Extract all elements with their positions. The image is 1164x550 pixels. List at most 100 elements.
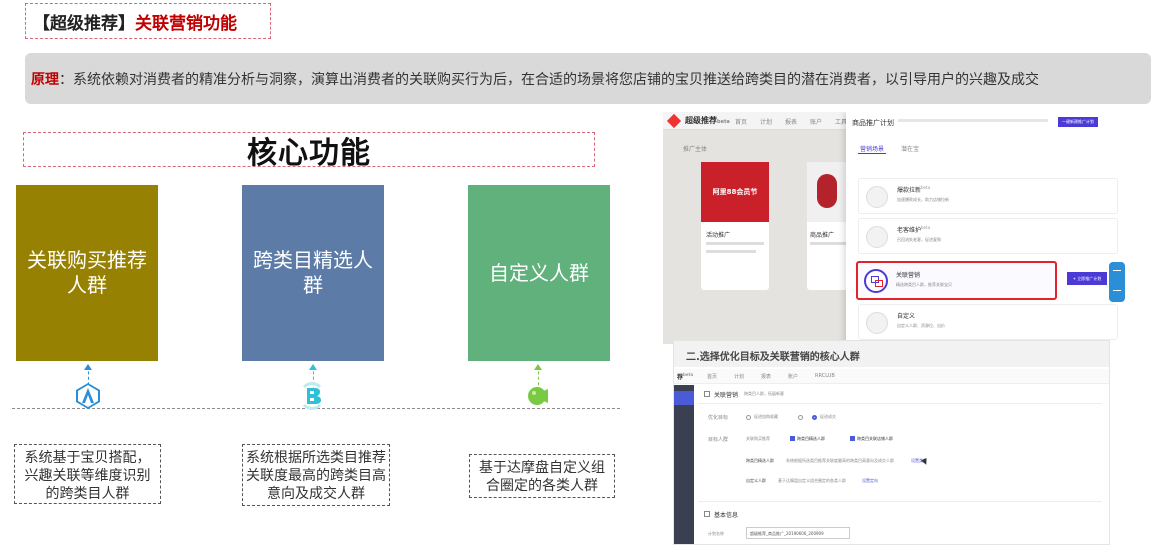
tab-marketing-scene[interactable]: 营销场景 bbox=[860, 144, 884, 153]
description-cross-category: 系统根据所选类目推荐关联度最高的跨类目高意向及成交人群 bbox=[242, 444, 390, 506]
left-sidebar bbox=[674, 385, 694, 544]
title-red-text: 关联营销功能 bbox=[135, 13, 237, 34]
campaign-card-activity[interactable]: 阿里88会员节 活动推广 bbox=[701, 162, 769, 290]
principle-label: 原理 bbox=[31, 71, 59, 88]
checkbox-cross-category[interactable] bbox=[790, 436, 795, 441]
tools-icon bbox=[866, 312, 888, 334]
basic-info-title: 基本信息 bbox=[714, 512, 739, 519]
app-logo-beta: beta bbox=[717, 119, 730, 125]
option-desc: 精选跨类目人群，推荐关联宝贝 bbox=[896, 282, 952, 287]
option-hot-new[interactable]: 爆款拉新beta 加速爆款成长，助力店铺拉新 bbox=[858, 178, 1118, 214]
panel-header: 商品推广计划 bbox=[852, 119, 894, 127]
divider bbox=[698, 501, 1102, 502]
plan-side-panel: 商品推广计划 一键新建推广计划 营销场景 潜在宝 爆款拉新beta 加速爆款成长… bbox=[846, 112, 1128, 344]
b-ring-icon bbox=[302, 382, 322, 410]
nav-account[interactable]: 账户 bbox=[788, 373, 798, 380]
option-title-text: 爆款拉新 bbox=[897, 187, 922, 194]
screenshot-plan-selection: 超级推荐beta 首页 计划 报表 账户 工具 推广主体 阿里88会员节 活动推… bbox=[663, 112, 1128, 344]
option-retain-old[interactable]: 老客维护beta 召回流失老客，促进复购 bbox=[858, 218, 1118, 254]
page-title: 【超级推荐】 关联营销功能 bbox=[25, 3, 271, 39]
radio-conversion-label: 促进成交 bbox=[820, 414, 836, 419]
principle-text: ：系统依赖对消费者的精准分析与洞察，演算出消费者的关联购买行为后，在合适的场景将… bbox=[59, 71, 1039, 88]
logo-icon bbox=[666, 113, 682, 129]
row-custom-label: 自定义人群 bbox=[746, 478, 766, 483]
divider bbox=[698, 403, 1102, 404]
set-targeting-link[interactable]: 设置定向 bbox=[862, 478, 878, 484]
promote-plan-button[interactable]: + 立即推广计划 bbox=[1067, 272, 1107, 285]
section-sub: 跨类目人群，拓展新客 bbox=[744, 391, 784, 396]
app-logo-mark: 荐beta bbox=[677, 372, 694, 381]
row-cross-desc: 系统根据所选类目推荐关联度最高的跨类目高意向及成交人群 bbox=[786, 458, 894, 463]
card-desc-line bbox=[706, 242, 764, 245]
target-icon bbox=[866, 186, 888, 208]
link-icon bbox=[864, 269, 888, 293]
top-navbar: 荐beta 首页 计划 报表 账户 RRCLUB bbox=[674, 369, 1109, 384]
card-desc-line bbox=[706, 250, 756, 253]
nav-rrclub[interactable]: RRCLUB bbox=[815, 373, 835, 379]
radio-add-cart-label: 促进加购收藏 bbox=[754, 414, 778, 419]
c-tag-icon bbox=[528, 387, 548, 405]
target-label: 优化目标 bbox=[708, 415, 729, 421]
option-desc: 自定义人群、资源位、出价 bbox=[897, 323, 945, 328]
crowd-option-cross: 跨类目精选人群 bbox=[797, 436, 825, 441]
campaign-card-product[interactable]: 商品推广 bbox=[807, 162, 849, 290]
section-title: 关联营销 bbox=[714, 392, 739, 399]
option-title: 自定义 bbox=[897, 313, 916, 320]
nav-report[interactable]: 报表 bbox=[785, 117, 797, 126]
description-custom-crowd: 基于达摩盘自定义组合圈定的各类人群 bbox=[469, 454, 615, 498]
a-hexagon-icon bbox=[76, 383, 100, 409]
checkbox-cross-store[interactable] bbox=[850, 436, 855, 441]
card-title: 商品推广 bbox=[810, 232, 835, 239]
option-desc: 加速爆款成长，助力店铺拉新 bbox=[897, 197, 949, 202]
crowd-option-related[interactable]: 关联购买推荐 bbox=[746, 436, 770, 442]
plan-name-input[interactable]: 超级推荐_商品推广_20190606_200909 bbox=[746, 527, 850, 539]
function-block-custom-crowd: 自定义人群 bbox=[468, 185, 610, 361]
basic-info-icon bbox=[704, 511, 710, 517]
option-beta: beta bbox=[921, 185, 931, 190]
option-related-marketing[interactable]: 关联营销 精选跨类目人群，推荐关联宝贝 bbox=[856, 261, 1057, 300]
description-related-purchase: 系统基于宝贝搭配，兴趣关联等维度识别的跨类目人群 bbox=[14, 444, 161, 504]
left-label: 推广主体 bbox=[683, 146, 708, 153]
row-cross-label: 跨类目精选人群 bbox=[746, 458, 774, 463]
logo-beta: beta bbox=[683, 372, 694, 377]
crowd-label: 目标人群 bbox=[708, 437, 729, 443]
step-heading-bar: 二.选择优化目标及关联营销的核心人群 bbox=[674, 341, 1109, 367]
plan-name-label: 计划名称 bbox=[708, 531, 724, 536]
option-custom[interactable]: 自定义 自定义人群、资源位、出价 bbox=[858, 304, 1118, 340]
principle-bar: 原理 ：系统依赖对消费者的精准分析与洞察，演算出消费者的关联购买行为后，在合适的场… bbox=[25, 53, 1151, 104]
app-logo: 超级推荐beta bbox=[685, 115, 730, 126]
nav-account[interactable]: 账户 bbox=[810, 117, 822, 126]
panel-header-desc bbox=[898, 119, 1048, 122]
option-title: 爆款拉新beta bbox=[897, 185, 930, 194]
step-heading: 二.选择优化目标及关联营销的核心人群 bbox=[686, 352, 860, 363]
float-helper-widget[interactable] bbox=[1109, 262, 1125, 302]
radio-add-cart[interactable] bbox=[746, 415, 751, 420]
function-block-cross-category: 跨类目精选人群 bbox=[242, 185, 384, 361]
app-logo-text: 超级推荐 bbox=[685, 116, 717, 125]
card-title: 活动推广 bbox=[706, 232, 731, 239]
create-plan-button[interactable]: 一键新建推广计划 bbox=[1058, 117, 1098, 127]
sidebar-active-item[interactable] bbox=[674, 391, 694, 405]
tab-potential[interactable]: 潜在宝 bbox=[901, 144, 919, 153]
nav-home[interactable]: 首页 bbox=[735, 117, 747, 126]
card-desc-line bbox=[810, 242, 846, 245]
option-title: 老客维护beta bbox=[897, 225, 930, 234]
radio-info-icon bbox=[798, 415, 803, 420]
nav-plan[interactable]: 计划 bbox=[734, 373, 744, 380]
nav-report[interactable]: 报表 bbox=[761, 373, 771, 380]
screenshot-core-crowd-setup: 二.选择优化目标及关联营销的核心人群 荐beta 首页 计划 报表 账户 RRC… bbox=[673, 340, 1110, 545]
nav-home[interactable]: 首页 bbox=[707, 373, 717, 380]
option-desc: 召回流失老客，促进复购 bbox=[897, 237, 941, 242]
option-beta: beta bbox=[921, 225, 931, 230]
title-bracket-text: 【超级推荐】 bbox=[33, 13, 135, 34]
option-title: 关联营销 bbox=[896, 272, 921, 279]
cursor-pointer-icon bbox=[921, 458, 929, 466]
core-function-title: 核心功能 bbox=[23, 132, 595, 171]
tab-underline bbox=[858, 153, 886, 154]
section-icon bbox=[704, 391, 710, 397]
nav-plan[interactable]: 计划 bbox=[760, 117, 772, 126]
user-icon bbox=[866, 226, 888, 248]
banner-text: 阿里88会员节 bbox=[712, 188, 758, 196]
crowd-option-store: 跨类目关联店铺人群 bbox=[857, 436, 893, 441]
radio-conversion[interactable] bbox=[812, 415, 817, 420]
